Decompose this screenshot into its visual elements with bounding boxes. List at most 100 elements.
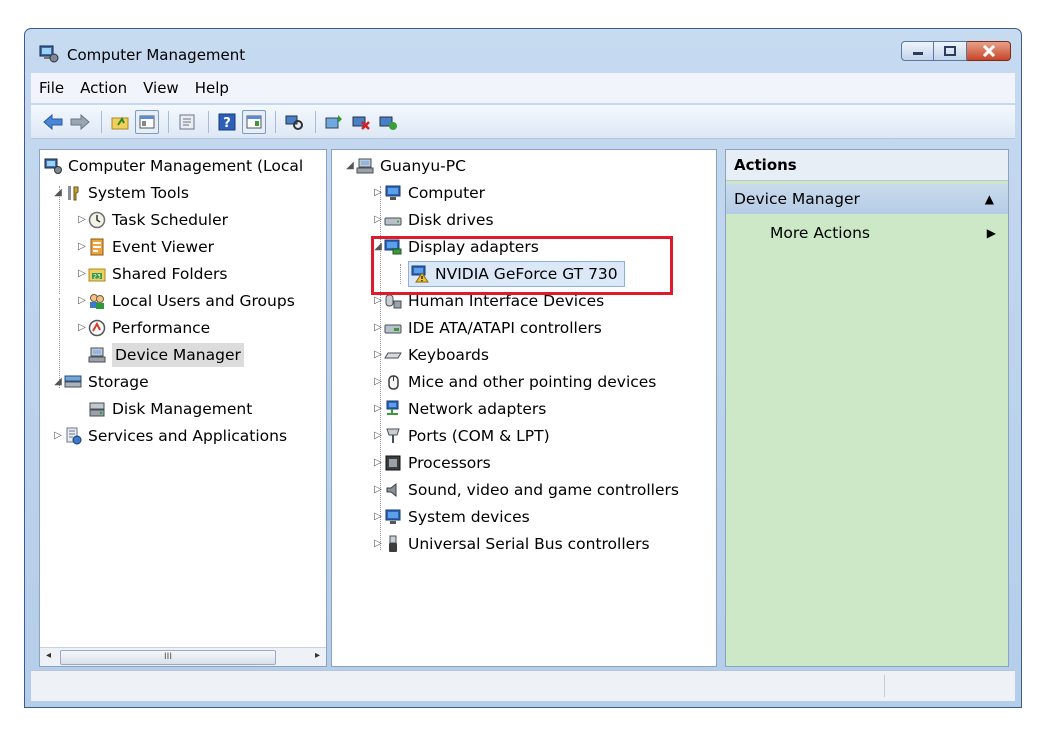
tree-item-device-manager[interactable]: Device Manager — [88, 343, 244, 367]
menu-action[interactable]: Action — [72, 79, 135, 97]
pc-icon — [356, 157, 374, 175]
tree-label: Task Scheduler — [112, 211, 228, 229]
help-button[interactable]: ? — [215, 110, 239, 134]
collapsed-arrow-icon[interactable]: ▷ — [372, 343, 384, 367]
help-icon: ? — [218, 113, 236, 131]
collapsed-arrow-icon[interactable]: ▷ — [372, 532, 384, 556]
tree-item-performance[interactable]: ▷ Performance — [76, 316, 210, 340]
back-button[interactable] — [41, 110, 65, 134]
tree-label: Shared Folders — [112, 265, 228, 283]
actions-section-device-manager[interactable]: Device Manager ▲ — [726, 184, 1008, 214]
properties-icon — [179, 114, 195, 129]
tree-item-services-applications[interactable]: ▷ Services and Applications — [52, 424, 287, 448]
submenu-arrow-icon[interactable]: ▶ — [987, 226, 996, 240]
device-category-label: Network adapters — [408, 400, 547, 418]
expanded-arrow-icon[interactable]: ◢ — [52, 181, 64, 205]
mouse-icon — [384, 373, 402, 391]
tree-label: Computer Management (Local — [68, 157, 304, 175]
collapsed-arrow-icon[interactable]: ▷ — [372, 505, 384, 529]
up-folder-button[interactable] — [108, 110, 132, 134]
ide-controller-icon — [384, 319, 402, 337]
toolbar-separator — [315, 110, 316, 133]
menu-file[interactable]: File — [31, 79, 72, 97]
svg-text:?: ? — [223, 116, 231, 131]
device-category-sound[interactable]: ▷ Sound, video and game controllers — [372, 478, 679, 502]
device-category-mice[interactable]: ▷ Mice and other pointing devices — [372, 370, 656, 394]
toolbar-separator — [275, 110, 276, 133]
collapsed-arrow-icon[interactable]: ▷ — [372, 181, 384, 205]
scrollbar-thumb[interactable]: III — [60, 650, 276, 665]
toolbar-separator — [208, 110, 209, 133]
enable-device-button[interactable] — [376, 110, 400, 134]
console-tree-pane: Computer Management (Local ◢ System Tool… — [39, 149, 327, 667]
event-viewer-icon — [88, 238, 106, 256]
console-tree-icon — [139, 115, 155, 128]
device-category-ports[interactable]: ▷ Ports (COM & LPT) — [372, 424, 550, 448]
scroll-right-icon[interactable]: ▸ — [315, 650, 320, 661]
device-category-label: Ports (COM & LPT) — [408, 427, 550, 445]
device-category-disk-drives[interactable]: ▷ Disk drives — [372, 208, 493, 232]
device-tree-root-label: Guanyu-PC — [380, 157, 466, 175]
device-category-keyboards[interactable]: ▷ Keyboards — [372, 343, 489, 367]
device-category-system[interactable]: ▷ System devices — [372, 505, 530, 529]
tree-item-computer-management[interactable]: Computer Management (Local — [44, 154, 303, 178]
device-category-usb[interactable]: ▷ Universal Serial Bus controllers — [372, 532, 650, 556]
usb-icon — [384, 535, 402, 553]
collapse-up-icon[interactable]: ▲ — [985, 184, 994, 214]
collapsed-arrow-icon[interactable]: ▷ — [372, 370, 384, 394]
tree-item-local-users-groups[interactable]: ▷ Local Users and Groups — [76, 289, 295, 313]
more-actions-item[interactable]: More Actions — [770, 224, 870, 242]
collapsed-arrow-icon[interactable]: ▷ — [372, 316, 384, 340]
collapsed-arrow-icon[interactable]: ▷ — [372, 397, 384, 421]
tree-item-task-scheduler[interactable]: ▷ Task Scheduler — [76, 208, 228, 232]
collapsed-arrow-icon[interactable]: ▷ — [76, 235, 88, 259]
forward-button[interactable] — [68, 110, 92, 134]
network-adapter-icon — [384, 400, 402, 418]
close-button[interactable] — [967, 41, 1011, 61]
device-category-computer[interactable]: ▷ Computer — [372, 181, 485, 205]
device-category-processors[interactable]: ▷ Processors — [372, 451, 491, 475]
expanded-arrow-icon[interactable]: ◢ — [344, 154, 356, 178]
horizontal-scrollbar[interactable]: ◂ III ▸ — [40, 647, 326, 666]
collapsed-arrow-icon[interactable]: ▷ — [76, 289, 88, 313]
uninstall-device-button[interactable] — [349, 110, 373, 134]
collapsed-arrow-icon[interactable]: ▷ — [372, 424, 384, 448]
computer-management-window: Computer Management File Action View Hel… — [24, 28, 1022, 708]
scroll-left-icon[interactable]: ◂ — [46, 650, 51, 661]
properties-button[interactable] — [175, 110, 199, 134]
device-category-ide[interactable]: ▷ IDE ATA/ATAPI controllers — [372, 316, 602, 340]
collapsed-arrow-icon[interactable]: ▷ — [372, 208, 384, 232]
port-icon — [384, 427, 402, 445]
tree-item-system-tools[interactable]: ◢ System Tools — [52, 181, 189, 205]
scan-hardware-button[interactable] — [282, 110, 306, 134]
expanded-arrow-icon[interactable]: ◢ — [52, 370, 64, 394]
tree-item-storage[interactable]: ◢ Storage — [52, 370, 149, 394]
maximize-button[interactable] — [934, 41, 967, 61]
collapsed-arrow-icon[interactable]: ▷ — [372, 451, 384, 475]
collapsed-arrow-icon[interactable]: ▷ — [52, 424, 64, 448]
window-title: Computer Management — [67, 46, 246, 64]
menu-help[interactable]: Help — [187, 79, 237, 97]
tree-item-shared-folders[interactable]: ▷ 23 Shared Folders — [76, 262, 227, 286]
tree-item-event-viewer[interactable]: ▷ Event Viewer — [76, 235, 214, 259]
minimize-icon — [912, 52, 923, 55]
device-category-network[interactable]: ▷ Network adapters — [372, 397, 546, 421]
tree-item-disk-management[interactable]: Disk Management — [88, 397, 252, 421]
minimize-button[interactable] — [901, 41, 934, 61]
collapsed-arrow-icon[interactable]: ▷ — [76, 208, 88, 232]
title-bar[interactable]: Computer Management — [25, 29, 1021, 71]
collapsed-arrow-icon[interactable]: ▷ — [76, 262, 88, 286]
show-hide-console-tree-button[interactable] — [135, 109, 159, 134]
menu-view[interactable]: View — [135, 79, 187, 97]
speaker-icon — [384, 481, 402, 499]
collapsed-arrow-icon[interactable]: ▷ — [372, 478, 384, 502]
processor-icon — [384, 454, 402, 472]
update-driver-button[interactable] — [322, 110, 346, 134]
show-hide-action-pane-button[interactable] — [242, 109, 266, 134]
computer-management-icon — [44, 157, 62, 175]
storage-icon — [64, 373, 82, 391]
users-icon — [88, 292, 106, 310]
device-tree-root[interactable]: ◢ Guanyu-PC — [344, 154, 466, 178]
collapsed-arrow-icon[interactable]: ▷ — [76, 316, 88, 340]
forward-arrow-icon — [70, 113, 90, 130]
